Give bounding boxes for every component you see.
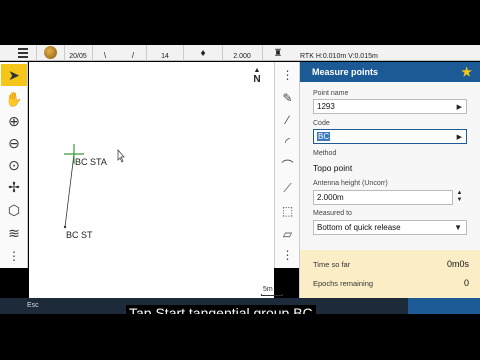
- video-letterbox-top: [0, 0, 480, 45]
- epochs-value: 0: [463, 278, 469, 288]
- tilt-icon: \: [103, 51, 107, 60]
- map-toolbar-right: ⋮ ✎ ⁄ ◜ ⌒ ⟋ ⬚ ▱ ⋮: [274, 62, 299, 268]
- map-canvas: [63, 144, 125, 229]
- star-icon[interactable]: ★: [461, 65, 472, 79]
- chevron-down-icon[interactable]: ▼: [455, 197, 464, 204]
- antenna-icon: ♜: [273, 47, 283, 59]
- north-arrow: ▲ N: [251, 67, 263, 85]
- polyline-tool-icon[interactable]: ⟋: [275, 178, 300, 198]
- north-label: N: [253, 74, 261, 85]
- linework: [64, 153, 75, 228]
- status-bar: 20/05 \ / 14 ♦ 2.000 ♜ RTK H:0.010m V:0.…: [0, 45, 480, 61]
- epochs-row: Epochs remaining 0: [313, 278, 469, 288]
- map-view[interactable]: BC STA BC ST ▲ N 5m: [29, 62, 283, 298]
- curve-tool-icon[interactable]: ⌒: [275, 155, 300, 175]
- cursor-icon: [117, 149, 125, 163]
- point-marker: [63, 225, 67, 229]
- measured-to-label: Measured to: [313, 210, 352, 217]
- epoch-readout: 20/05: [69, 53, 87, 60]
- method-value[interactable]: Topo point: [313, 163, 352, 173]
- globe-icon[interactable]: [44, 46, 57, 59]
- more-icon[interactable]: ⋮: [1, 245, 27, 267]
- more-icon[interactable]: ⋮: [275, 245, 300, 265]
- antenna-height-field[interactable]: 2.000m: [313, 190, 453, 205]
- time-label: Time so far: [313, 260, 351, 269]
- satellite-icon: ♦: [200, 47, 206, 59]
- antenna-height-label: Antenna height (Uncorr): [313, 180, 388, 187]
- point-label[interactable]: BC ST: [66, 230, 93, 240]
- code-value: BC: [317, 132, 331, 141]
- chevron-right-icon[interactable]: ▶: [457, 103, 462, 111]
- point-name-field[interactable]: 1293 ▶: [313, 99, 467, 114]
- chevron-up-icon[interactable]: ▲: [455, 190, 464, 197]
- antenna-height-value: 2.000m: [317, 193, 344, 202]
- time-value: 0m0s: [446, 259, 469, 269]
- dropdown-arrow-icon[interactable]: ▼: [454, 223, 462, 232]
- satellite-count[interactable]: 14: [150, 45, 180, 61]
- arc-tool-icon[interactable]: ◜: [275, 132, 300, 152]
- zoom-extents-icon[interactable]: ⊙: [1, 154, 27, 176]
- status-separator: [146, 45, 147, 61]
- method-label: Method: [313, 150, 337, 157]
- chevron-right-icon[interactable]: ▶: [457, 133, 462, 141]
- polygon-tool-icon[interactable]: ▱: [275, 224, 300, 244]
- measured-to-select[interactable]: Bottom of quick release ▼: [313, 220, 467, 235]
- pan-hand-icon[interactable]: ✋: [1, 88, 27, 110]
- code-field[interactable]: BC ▶: [313, 129, 467, 144]
- video-letterbox-bottom: [0, 314, 480, 360]
- menu-icon[interactable]: [10, 45, 28, 61]
- cube-icon[interactable]: ⬡: [1, 199, 27, 221]
- panel-header: Measure points ★: [300, 62, 480, 82]
- epochs-label: Epochs remaining: [313, 279, 374, 288]
- status-separator: [92, 45, 93, 61]
- measured-to-value: Bottom of quick release: [317, 223, 401, 232]
- measurement-info-box: Time so far 0m0s Epochs remaining 0: [300, 250, 480, 298]
- precision-readout[interactable]: RTK H:0.010m V:0.015m: [300, 45, 410, 61]
- select-arrow-icon[interactable]: ➤: [1, 64, 27, 86]
- scale-label: 5m: [263, 286, 273, 293]
- map-toolbar-left: ➤ ✋ ⊕ ⊖ ⊙ ✢ ⬡ ≋ ⋮: [0, 62, 28, 268]
- snap-tool-icon[interactable]: ✎: [275, 88, 300, 108]
- line-tool-icon[interactable]: ⁄: [275, 110, 300, 130]
- status-separator: [222, 45, 223, 61]
- measure-points-panel: Measure points ★ Point name 1293 ▶ Code …: [299, 62, 480, 298]
- status-separator: [36, 45, 37, 61]
- area-tool-icon[interactable]: ⬚: [275, 201, 300, 221]
- zoom-in-icon[interactable]: ⊕: [1, 110, 27, 132]
- antenna-stepper[interactable]: ▲ ▼: [455, 190, 464, 205]
- time-row: Time so far 0m0s: [313, 259, 469, 269]
- point-name-label: Point name: [313, 90, 349, 97]
- status-separator: [262, 45, 263, 61]
- esc-button[interactable]: Esc: [27, 302, 39, 309]
- layers-icon[interactable]: ≋: [1, 222, 27, 244]
- code-label: Code: [313, 120, 330, 127]
- point-name-value: 1293: [317, 102, 335, 111]
- scale-bar: [261, 294, 283, 296]
- tilt-icon: /: [131, 51, 135, 60]
- status-separator: [64, 45, 65, 61]
- panel-title: Measure points: [312, 67, 379, 77]
- point-label[interactable]: BC STA: [75, 157, 107, 167]
- status-separator: [183, 45, 184, 61]
- zoom-out-icon[interactable]: ⊖: [1, 132, 27, 154]
- antenna-height-readout[interactable]: 2.000: [226, 45, 258, 61]
- orbit-icon[interactable]: ✢: [1, 176, 27, 198]
- start-button[interactable]: [408, 298, 480, 314]
- more-icon[interactable]: ⋮: [275, 65, 300, 85]
